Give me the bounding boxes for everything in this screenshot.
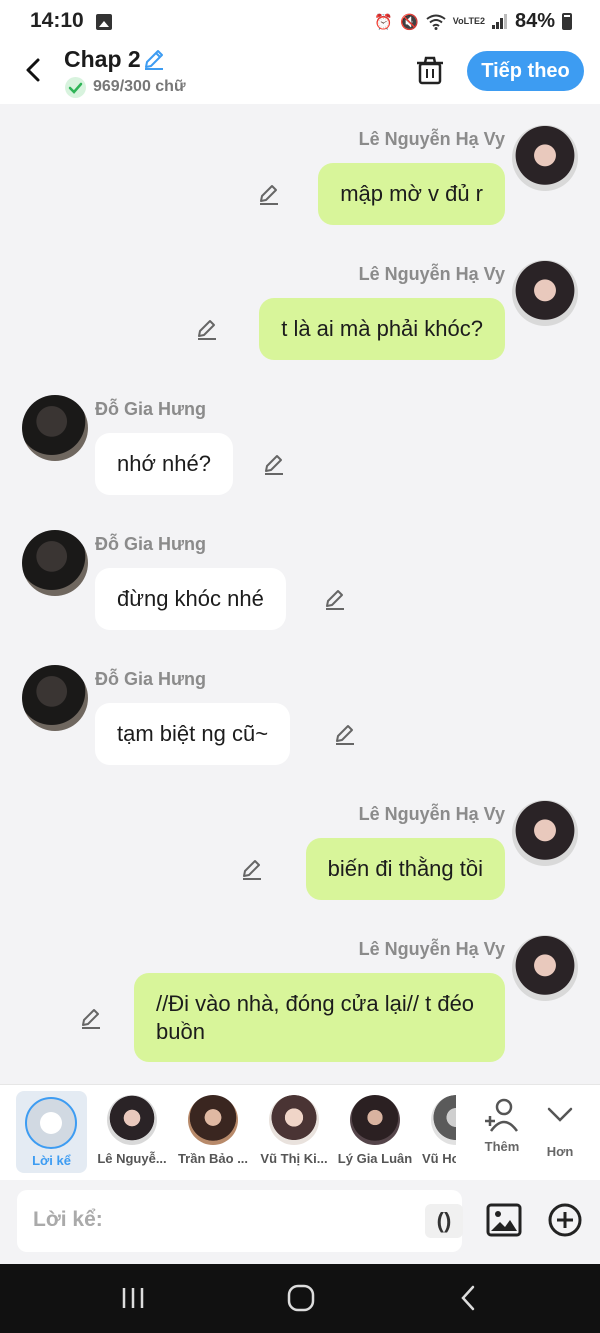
avatar[interactable] [512,935,578,1001]
character-label: Lê Nguyễ... [97,1151,167,1166]
avatar[interactable] [22,665,88,731]
message-bubble[interactable]: mập mờ v đủ r [318,163,505,225]
character-option[interactable]: Lê Nguyễ... [92,1091,172,1175]
edit-icon[interactable] [142,47,166,71]
character-option[interactable]: Trần Bảo ... [173,1091,253,1175]
chapter-title[interactable]: Chap 2 [64,46,141,73]
character-label: Vũ Hoa [422,1151,456,1166]
alarm-icon: ⏰ [374,12,394,31]
message-bubble[interactable]: đừng khóc nhé [95,568,286,630]
pencil-icon[interactable] [240,857,264,881]
character-label: Trần Bảo ... [177,1151,249,1166]
status-bar: 14:10 ⏰ 🔇 VoLTE2 84% [0,0,600,44]
chat-area: Lê Nguyễn Hạ Vy mập mờ v đủ r Lê Nguyễn … [0,104,600,1084]
chat-message: Đỗ Gia Hưng nhớ nhé? [0,374,600,509]
home-icon[interactable] [287,1284,315,1312]
sender-name: Lê Nguyễn Hạ Vy [358,804,505,824]
collapse-button[interactable]: Hơn [542,1097,578,1177]
next-button[interactable]: Tiếp theo [467,51,584,91]
signal-icon [491,14,507,29]
sender-name: Đỗ Gia Hưng [95,534,207,554]
battery-icon [562,13,572,30]
chat-message: Đỗ Gia Hưng tạm biệt ng cũ~ [0,644,600,779]
chat-message: Lê Nguyễn Hạ Vy mập mờ v đủ r [0,104,600,239]
chat-message: Lê Nguyễn Hạ Vy t là ai mà phải khóc? [0,239,600,374]
avatar[interactable] [22,395,88,461]
character-label: Vũ Thị Ki... [260,1151,328,1166]
parenthesis-button[interactable]: () [425,1204,463,1238]
wifi-icon [426,14,446,30]
gallery-notification-icon [96,14,112,30]
header: Chap 2 969/300 chữ Tiếp theo [0,44,600,104]
pencil-icon[interactable] [262,452,286,476]
battery-percent: 84% [514,10,555,32]
image-icon[interactable] [486,1203,522,1237]
word-count: 969/300 chữ [93,78,186,95]
message-bubble[interactable]: tạm biệt ng cũ~ [95,703,291,765]
status-time: 14:10 [30,9,84,32]
sender-name: Lê Nguyễn Hạ Vy [358,264,505,284]
avatar [431,1095,456,1145]
chat-message: Đỗ Gia Hưng đừng khóc nhé [0,509,600,644]
sender-name: Lê Nguyễn Hạ Vy [358,129,505,149]
message-bubble[interactable]: nhớ nhé? [95,433,233,495]
network-label: VoLTE2 [452,16,485,26]
narrator-icon [25,1097,77,1149]
sender-name: Lê Nguyễn Hạ Vy [358,939,505,959]
character-option[interactable]: Vũ Thị Ki... [254,1091,334,1175]
character-option[interactable]: Lý Gia Luân [335,1091,415,1175]
pencil-icon[interactable] [257,182,281,206]
chat-message: Lê Nguyễn Hạ Vy //Đi vào nhà, đóng cửa l… [0,914,600,1084]
narration-placeholder: Lời kể: [33,1208,103,1231]
avatar[interactable] [512,125,578,191]
avatar [188,1095,238,1145]
character-option[interactable]: Vũ Hoa [416,1091,456,1175]
message-bubble[interactable]: biến đi thằng tồi [305,838,505,900]
message-bubble[interactable]: t là ai mà phải khóc? [259,298,505,360]
avatar[interactable] [512,800,578,866]
avatar [107,1095,157,1145]
character-label: Lý Gia Luân [337,1151,413,1166]
status-indicators: ⏰ 🔇 VoLTE2 84% [374,10,572,33]
person-add-icon [485,1098,519,1132]
add-character-label: Thêm [484,1139,520,1154]
recents-icon[interactable] [120,1286,146,1310]
chat-message: Lê Nguyễn Hạ Vy biến đi thằng tồi [0,779,600,914]
collapse-label: Hơn [546,1144,574,1159]
narration-input[interactable]: Lời kể: () [17,1190,463,1252]
add-character-button[interactable]: Thêm [480,1097,524,1177]
chevron-down-icon [547,1107,573,1122]
avatar [350,1095,400,1145]
add-circle-icon[interactable] [548,1203,582,1237]
sender-name: Đỗ Gia Hưng [95,669,207,689]
check-icon [65,77,86,98]
avatar[interactable] [512,260,578,326]
mute-icon: 🔇 [400,12,419,31]
system-nav-bar [0,1264,600,1333]
pencil-icon[interactable] [195,317,219,341]
character-selector: Lời kể Lê Nguyễ... Trần Bảo ... Vũ Thị K… [0,1084,600,1180]
narrator-option[interactable]: Lời kể [16,1091,87,1173]
trash-icon[interactable] [416,55,444,85]
back-icon[interactable] [22,56,46,84]
message-bubble[interactable]: //Đi vào nhà, đóng cửa lại// t đéo buồn [134,973,505,1062]
avatar [269,1095,319,1145]
avatar[interactable] [22,530,88,596]
pencil-icon[interactable] [333,722,357,746]
narrator-label: Lời kể [32,1153,71,1168]
sender-name: Đỗ Gia Hưng [95,399,207,419]
pencil-icon[interactable] [79,1006,103,1030]
nav-back-icon[interactable] [458,1284,478,1312]
pencil-icon[interactable] [323,587,347,611]
composer: Lời kể: () [0,1180,600,1264]
